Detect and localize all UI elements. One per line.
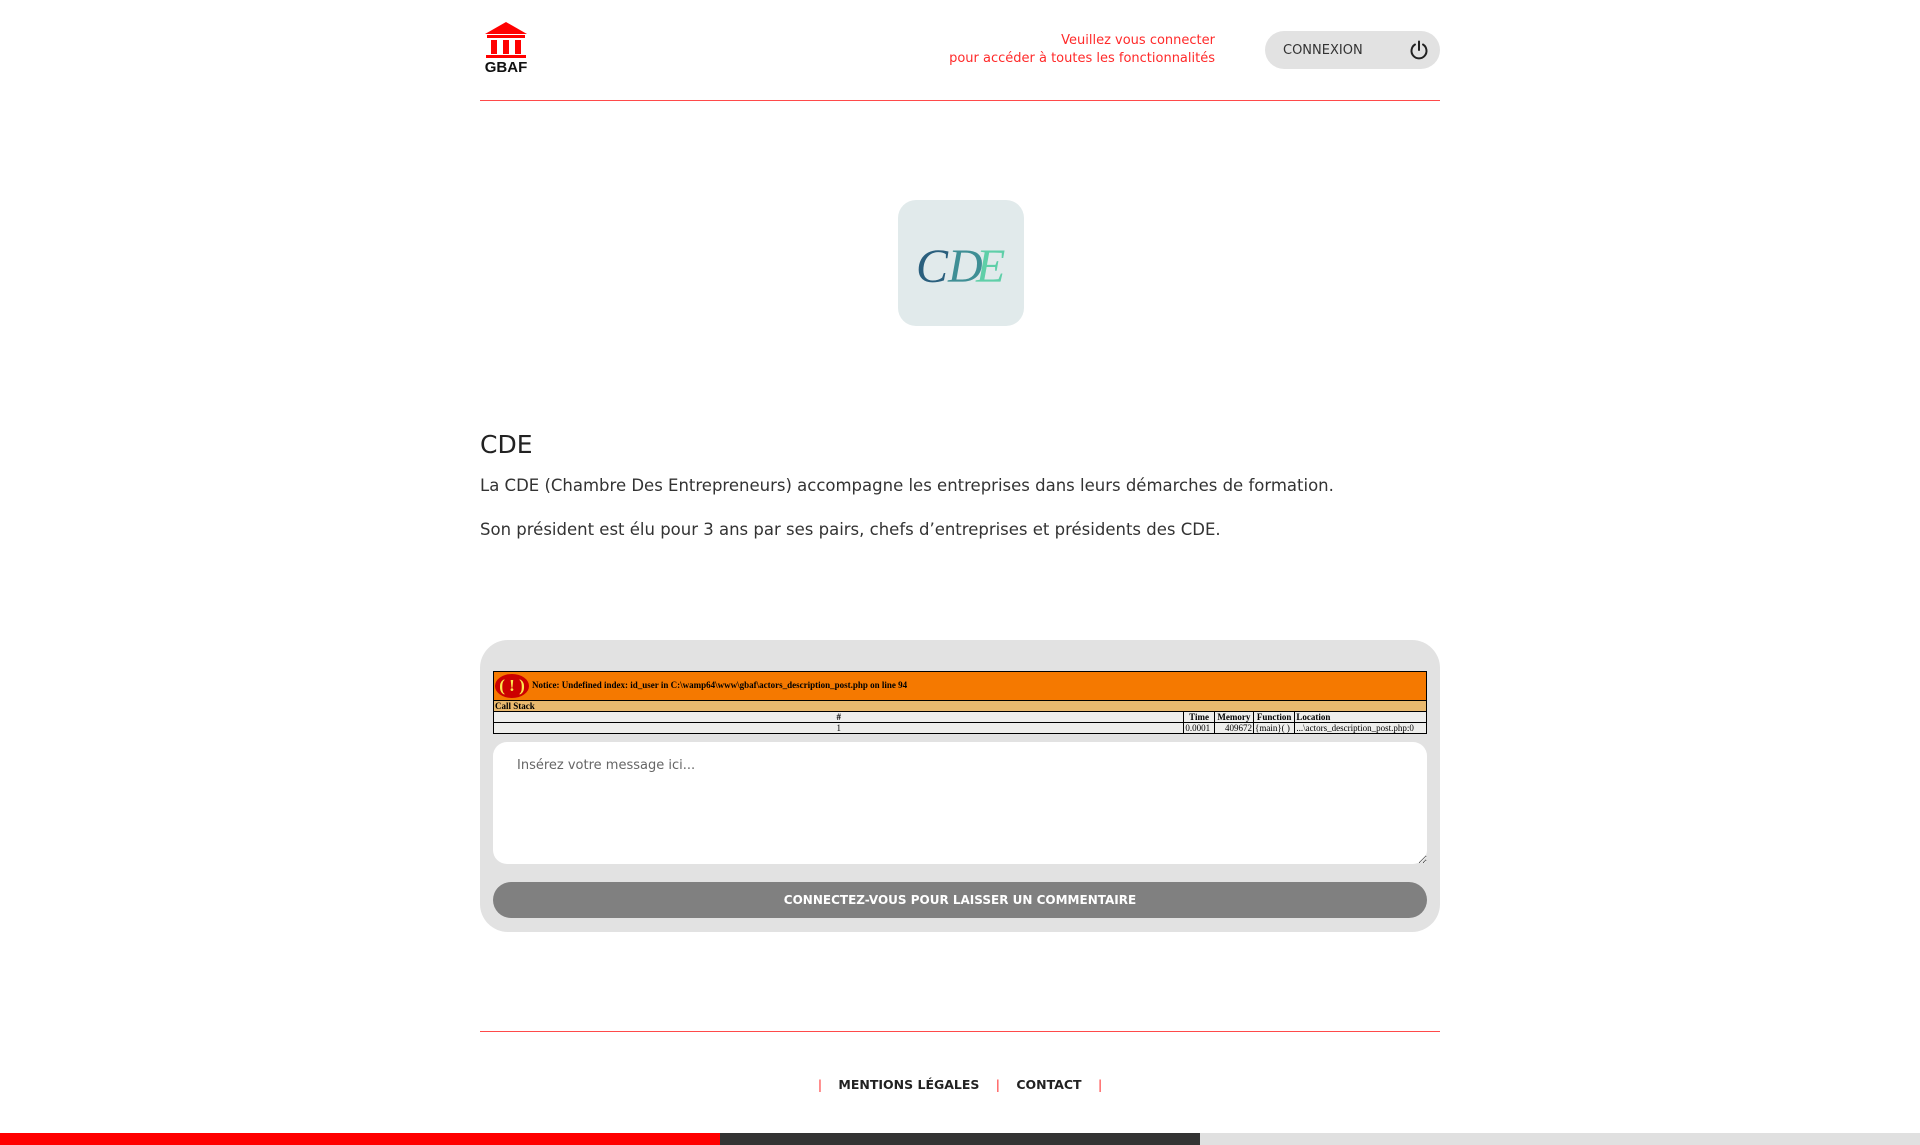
bottom-color-bar (0, 1133, 1920, 1145)
cde-logo-c: C (916, 240, 949, 293)
actor-description: La CDE (Chambre Des Entrepreneurs) accom… (480, 474, 1440, 562)
cde-logo-image: C D E (916, 240, 1005, 293)
column-header-function: Function (1252, 711, 1296, 723)
footer-separator: | (1097, 1077, 1103, 1092)
footer-separator: | (817, 1077, 823, 1092)
actor-title: CDE (480, 430, 533, 459)
bank-building-icon (485, 22, 527, 58)
notice-header: ( ! ) Notice: Undefined index: id_user in… (493, 671, 1427, 701)
page: GBAF Veuillez vous connecter pour accéde… (480, 0, 1440, 1092)
login-button[interactable]: CONNEXION (1265, 31, 1440, 69)
submit-comment-button[interactable]: CONNECTEZ-VOUS POUR LAISSER UN COMMENTAI… (493, 882, 1427, 918)
actor-description-paragraph: La CDE (Chambre Des Entrepreneurs) accom… (480, 476, 1334, 495)
footer-separator: | (995, 1077, 1001, 1092)
cell-index: 1 (492, 722, 1185, 734)
power-icon (1410, 40, 1428, 60)
column-header-time: Time (1183, 711, 1215, 723)
cde-logo-e: E (975, 240, 1005, 293)
warning-icon: ( ! ) (495, 674, 529, 698)
actor-logo: C D E (898, 200, 1024, 326)
cell-location: ...\actors_description_post.php:0 (1294, 722, 1427, 734)
comment-box: ( ! ) Notice: Undefined index: id_user in… (480, 640, 1440, 932)
php-notice-table: ( ! ) Notice: Undefined index: id_user in… (492, 671, 1427, 734)
bottom-bar-dark (720, 1133, 1200, 1145)
notice-message: Notice: Undefined index: id_user in C:\w… (532, 680, 908, 691)
cell-function: {main}( ) (1252, 722, 1296, 734)
call-stack-label: Call Stack (493, 700, 1427, 712)
cell-memory: 409672 (1213, 722, 1255, 734)
table-row: 1 0.0001 409672 {main}( ) ...\actors_des… (492, 722, 1427, 734)
login-message-line-2: pour accéder à toutes les fonctionnalité… (949, 51, 1215, 66)
footer-divider (480, 1031, 1440, 1032)
logo-text: GBAF (484, 59, 528, 76)
site-header: GBAF Veuillez vous connecter pour accéde… (480, 0, 1440, 101)
cell-time: 0.0001 (1183, 722, 1215, 734)
comment-input[interactable] (493, 742, 1427, 864)
footer-link-contact[interactable]: CONTACT (1016, 1077, 1081, 1092)
footer-link-legal[interactable]: MENTIONS LÉGALES (838, 1077, 979, 1092)
gbaf-logo[interactable]: GBAF (482, 21, 530, 77)
login-message: Veuillez vous connecter pour accéder à t… (949, 32, 1215, 68)
column-header-index: # (492, 711, 1185, 723)
php-notice: ( ! ) Notice: Undefined index: id_user in… (492, 671, 1427, 734)
footer-links: | MENTIONS LÉGALES | CONTACT | (480, 1077, 1440, 1092)
column-header-location: Location (1294, 711, 1427, 723)
bottom-bar-light (1200, 1133, 1920, 1145)
column-header-memory: Memory (1213, 711, 1255, 723)
login-message-line-1: Veuillez vous connecter (1061, 33, 1215, 48)
bottom-bar-red (0, 1133, 720, 1145)
login-button-label: CONNEXION (1283, 43, 1363, 58)
actor-description-paragraph: Son président est élu pour 3 ans par ses… (480, 520, 1221, 539)
